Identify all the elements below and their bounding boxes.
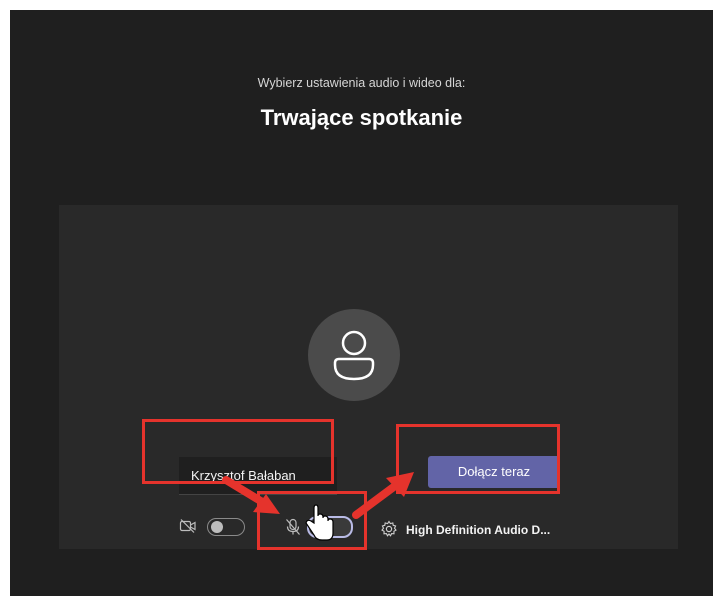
- annotation-arrows: [222, 472, 414, 541]
- pointer-hand-icon: [305, 504, 334, 541]
- arrow-icon: [352, 472, 414, 519]
- arrow-icon: [222, 476, 280, 514]
